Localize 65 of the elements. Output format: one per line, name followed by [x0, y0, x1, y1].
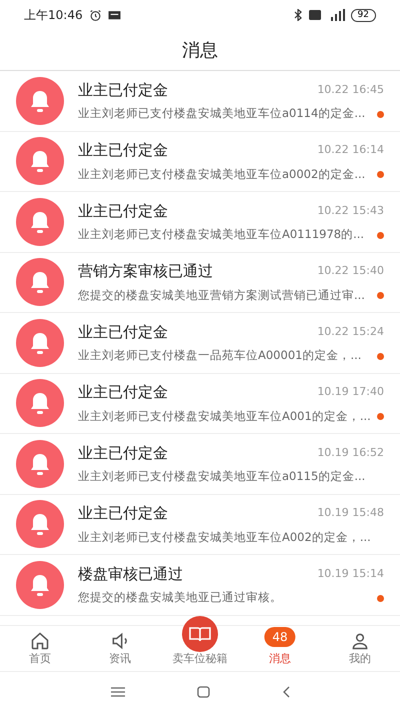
message-preview: 业主刘老师已支付楼盘安城美地亚车位A002的定金，...: [78, 528, 371, 546]
message-item[interactable]: 业主已付定金 10.22 15:24 业主刘老师已支付楼盘一品苑车位A00001的定金，...: [0, 313, 400, 374]
tab-item[interactable]: 我的: [320, 626, 400, 671]
book-button[interactable]: [182, 616, 218, 652]
message-preview: 业主刘老师已支付楼盘安城美地亚车位A0111978的...: [78, 226, 364, 244]
message-time: 10.19 15:14: [317, 566, 384, 582]
status-time: 上午10:46: [24, 7, 83, 24]
message-time: 10.22 15:40: [317, 263, 384, 280]
bell-icon: [29, 391, 51, 416]
message-title: 业主已付定金: [78, 200, 168, 222]
message-title: 楼盘审核已通过: [78, 564, 183, 585]
bell-icon: [29, 512, 51, 536]
message-time: 10.22 16:45: [317, 82, 384, 98]
book-icon: [189, 626, 211, 642]
home-icon: [30, 630, 50, 650]
message-preview: 业主刘老师已支付楼盘安城美地亚车位a0114的定金...: [78, 105, 366, 122]
message-title: 业主已付定金: [78, 322, 168, 343]
count-badge: 48: [264, 627, 296, 647]
menu-icon[interactable]: [110, 686, 124, 696]
message-title: 业主已付定金: [78, 503, 168, 524]
speaker-icon: [110, 630, 130, 650]
message-title: 业主已付定金: [78, 382, 168, 404]
bell-icon: [29, 330, 51, 355]
bell-icon: [29, 149, 51, 174]
message-time: 10.22 16:14: [317, 142, 384, 158]
bell-icon: [29, 270, 51, 294]
message-item[interactable]: 业主已付定金 10.22 16:14 业主刘老师已支付楼盘安城美地亚车位a0002的定金...: [0, 132, 400, 192]
page-title: 消息: [182, 38, 218, 62]
message-time: 10.19 17:40: [317, 384, 384, 400]
bluetooth-icon: [292, 9, 303, 21]
message-item[interactable]: 业主已付定金 10.19 16:52 业主刘老师已支付楼盘安城美地亚车位a0115的定金...: [0, 434, 400, 494]
message-preview: 业主刘老师已支付楼盘安城美地亚车位A001的定金，...: [78, 408, 371, 425]
home-button-icon[interactable]: [196, 686, 210, 698]
message-title: 营销方案审核已通过: [78, 261, 213, 282]
message-item[interactable]: 业主已付定金 10.19 17:40 业主刘老师已支付楼盘安城美地亚车位A001的定金，...: [0, 374, 400, 434]
bell-icon: [29, 88, 51, 113]
message-time: 10.19 15:48: [317, 505, 384, 522]
tab-item[interactable]: 卖车位秘籍: [160, 616, 240, 671]
alarm-icon: [88, 8, 102, 22]
tab-item[interactable]: 资讯: [80, 626, 160, 671]
message-item[interactable]: 楼盘审核已通过 10.19 15:14 您提交的楼盘安城美地亚已通过审核。: [0, 555, 400, 616]
message-preview: 业主刘老师已支付楼盘安城美地亚车位a0115的定金...: [78, 468, 366, 486]
message-item[interactable]: 营销方案审核已通过 10.22 15:40 您提交的楼盘安城美地亚营销方案测试营销已通过审...: [0, 252, 400, 313]
tab-item[interactable]: 48 消息: [240, 626, 320, 671]
message-icon: [108, 10, 121, 20]
bell-icon: [29, 210, 51, 234]
bell-icon: [29, 572, 51, 597]
message-time: 10.19 16:52: [317, 444, 384, 461]
back-icon[interactable]: [282, 686, 290, 698]
message-title: 业主已付定金: [78, 442, 168, 464]
message-preview: 业主刘老师已支付楼盘一品苑车位A00001的定金，...: [78, 347, 362, 364]
message-item[interactable]: 业主已付定金 10.22 15:43 业主刘老师已支付楼盘安城美地亚车位A0111978的...: [0, 192, 400, 252]
tab-item[interactable]: 首页: [0, 626, 80, 671]
message-item[interactable]: 业主已付定金 10.19 15:48 业主刘老师已支付楼盘安城美地亚车位A002的定金，...: [0, 494, 400, 555]
message-preview: 业主刘老师已支付楼盘安城美地亚车位a0002的定金...: [78, 166, 366, 183]
message-title: 业主已付定金: [78, 80, 168, 101]
battery-level: 92: [350, 8, 376, 22]
message-time: 10.22 15:24: [317, 324, 384, 340]
message-preview: 您提交的楼盘安城美地亚已通过审核。: [78, 589, 282, 606]
message-preview: 您提交的楼盘安城美地亚营销方案测试营销已通过审...: [78, 286, 365, 304]
bell-icon: [29, 452, 51, 476]
message-title: 业主已付定金: [78, 140, 168, 162]
person-icon: [350, 630, 370, 650]
message-item[interactable]: 业主已付定金 10.22 16:45 业主刘老师已支付楼盘安城美地亚车位a0114的定金...: [0, 71, 400, 132]
message-time: 10.22 15:43: [317, 202, 384, 219]
